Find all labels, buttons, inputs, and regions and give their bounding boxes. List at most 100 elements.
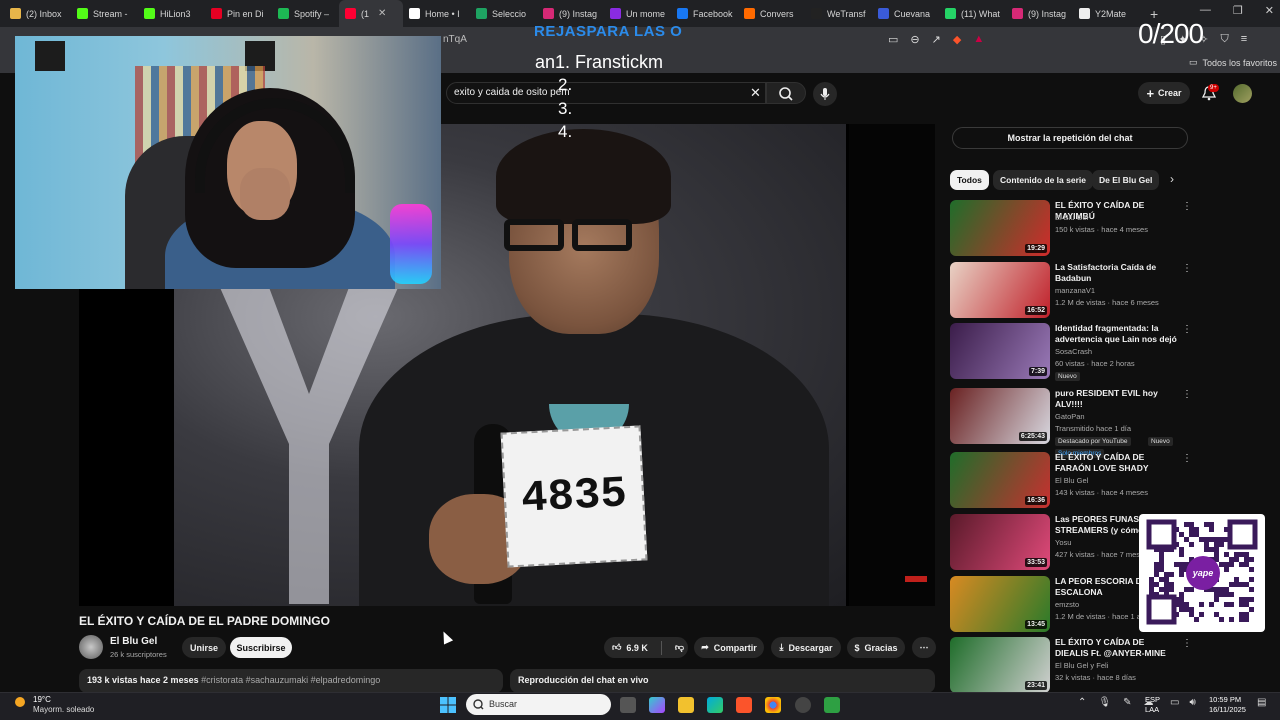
recommendation-title[interactable]: EL ÉXITO Y CAÍDA DE FARAÓN LOVE SHADY — [1055, 452, 1180, 474]
maximize-icon[interactable]: ❐ — [1233, 4, 1243, 17]
more-options-icon[interactable]: ⋮ — [1182, 324, 1192, 335]
chip-series-content[interactable]: Contenido de la serie — [993, 170, 1093, 190]
recommendation-item[interactable]: 19:29 EL ÉXITO Y CAÍDA DE MAYIMBÚ ⋮ El Blu … — [950, 200, 1192, 256]
recommendation-channel[interactable]: GatoPan — [1055, 412, 1085, 421]
notification-center-icon[interactable]: ▤ — [1257, 697, 1266, 708]
video-thumbnail[interactable]: 13:45 — [950, 576, 1050, 632]
share-button[interactable]: ➦ Compartir — [694, 637, 764, 658]
recommendation-item[interactable]: 6:25:43 puro RESIDENT EVIL hoy ALV!!!! ⋮ Ga… — [950, 388, 1192, 458]
video-thumbnail[interactable]: 23:41 — [950, 637, 1050, 693]
show-chat-replay-button[interactable]: Mostrar la repetición del chat — [952, 127, 1188, 149]
minimize-icon[interactable]: — — [1200, 4, 1211, 17]
vpn-icon[interactable]: ⛉ — [1221, 33, 1229, 46]
thumbs-up-icon[interactable]: 👍︎ — [612, 642, 621, 653]
recommendation-title[interactable]: La Satisfactoria Caída de Badabun — [1055, 262, 1180, 284]
chevron-right-icon[interactable]: › — [1170, 172, 1174, 186]
hashtags[interactable]: #cristorata #sachauzumaki #elpadredoming… — [201, 675, 380, 685]
more-actions-button[interactable]: ⋯ — [912, 637, 936, 658]
recommendation-channel[interactable]: Yosu — [1055, 538, 1071, 547]
video-thumbnail[interactable]: 33:53 — [950, 514, 1050, 570]
chat-replay-header[interactable]: Reproducción del chat en vivo — [510, 669, 935, 693]
weather-sun-icon[interactable] — [12, 695, 28, 709]
browser-tab[interactable]: Convers — [738, 0, 805, 27]
channel-name[interactable]: El Blu Gel — [110, 636, 157, 647]
browser-tab[interactable]: Spotify – — [272, 0, 339, 27]
browser-tab[interactable]: Cuevana — [872, 0, 939, 27]
video-thumbnail[interactable]: 16:52 — [950, 262, 1050, 318]
chevron-up-icon[interactable]: ⌃ — [1078, 697, 1086, 708]
browser-tab[interactable]: (1 ✕ — [339, 0, 403, 27]
app-icon[interactable] — [824, 697, 840, 713]
create-button[interactable]: + Crear — [1138, 82, 1190, 104]
more-options-icon[interactable]: ⋮ — [1182, 638, 1192, 649]
recommendation-title[interactable]: puro RESIDENT EVIL hoy ALV!!!! — [1055, 388, 1180, 410]
browser-tab[interactable]: (9) Instag — [1006, 0, 1073, 27]
clock-date[interactable]: 16/11/2025 — [1209, 705, 1246, 714]
browser-tab[interactable]: Stream - — [71, 0, 138, 27]
menu-icon[interactable]: ≡ — [1241, 33, 1247, 46]
more-options-icon[interactable]: ⋮ — [1182, 453, 1192, 464]
share-icon[interactable]: ↗ — [932, 33, 941, 46]
quick-settings[interactable]: ▭ 🔊︎ — [1170, 697, 1196, 708]
search-query[interactable]: exito y caida de osito pem — [454, 87, 570, 98]
chrome-icon[interactable] — [765, 697, 781, 713]
like-dislike-group[interactable]: 👍︎ 6.9 K 👎︎ — [604, 637, 688, 658]
taskbar-search-input[interactable] — [466, 694, 611, 715]
microphone-tray-icon[interactable]: 🎙︎ — [1098, 697, 1111, 708]
voice-search-button[interactable] — [813, 82, 837, 106]
download-button[interactable]: ⤓ Descargar — [771, 637, 841, 658]
temperature[interactable]: 19°C — [33, 695, 51, 704]
url-text[interactable]: nTqA — [443, 34, 467, 45]
browser-tab[interactable]: Seleccio — [470, 0, 537, 27]
recommendation-title[interactable]: EL ÉXITO Y CAÍDA DE DIEALIS Ft. @ANYER-M… — [1055, 637, 1180, 659]
zoom-icon[interactable]: ⊖ — [910, 33, 919, 46]
close-tab-icon[interactable]: ✕ — [378, 8, 386, 19]
description-box[interactable]: 193 k vistas hace 2 meses #cristorata #s… — [79, 669, 503, 693]
more-options-icon[interactable]: ⋮ — [1182, 201, 1192, 212]
recommendation-channel[interactable]: El Blu Gel y Feli — [1055, 661, 1108, 670]
clock-time[interactable]: 10:59 PM — [1209, 695, 1241, 704]
browser-tab[interactable]: (2) Inbox — [4, 0, 71, 27]
browser-tab[interactable]: WeTransf — [805, 0, 872, 27]
browser-tab[interactable]: Pin en Di — [205, 0, 272, 27]
recommendation-item[interactable]: 23:41 EL ÉXITO Y CAÍDA DE DIEALIS Ft. @AN… — [950, 637, 1192, 693]
file-explorer-icon[interactable] — [678, 697, 694, 713]
clear-search-icon[interactable]: ✕ — [750, 85, 761, 101]
search-button[interactable] — [766, 82, 806, 104]
brave-shield-icon[interactable]: ◆ — [953, 33, 961, 46]
pen-icon[interactable]: ✎ — [1123, 697, 1131, 708]
task-view-icon[interactable] — [620, 697, 636, 713]
chip-from-channel[interactable]: De El Blu Gel — [1092, 170, 1160, 190]
cast-icon[interactable]: ▭ — [888, 33, 898, 46]
all-bookmarks[interactable]: ▭ Todos los favoritos — [1189, 57, 1277, 68]
thanks-button[interactable]: $ Gracias — [847, 637, 905, 658]
recommendation-title[interactable]: Identidad fragmentada: la advertencia qu… — [1055, 323, 1180, 345]
browser-tab[interactable]: HiLion3 — [138, 0, 205, 27]
keyboard-language[interactable]: ESP — [1145, 695, 1160, 704]
brave-icon[interactable] — [736, 697, 752, 713]
windows-start-icon[interactable] — [440, 697, 456, 713]
keyboard-layout[interactable]: LAA — [1145, 705, 1159, 714]
browser-tab[interactable]: (11) What — [939, 0, 1006, 27]
video-thumbnail[interactable]: 7:39 — [950, 323, 1050, 379]
copilot-icon[interactable] — [649, 697, 665, 713]
recommendation-channel[interactable]: El Blu Gel — [1055, 476, 1088, 485]
subscribe-button[interactable]: Suscribirse — [230, 637, 292, 658]
recommendation-channel[interactable]: emzsto — [1055, 600, 1079, 609]
more-options-icon[interactable]: ⋮ — [1182, 263, 1192, 274]
more-options-icon[interactable]: ⋮ — [1182, 389, 1192, 400]
join-button[interactable]: Unirse — [182, 637, 226, 658]
recommendation-item[interactable]: 7:39 Identidad fragmentada: la advertenci… — [950, 323, 1192, 381]
recommendation-item[interactable]: 16:52 La Satisfactoria Caída de Badabun ⋮ m… — [950, 262, 1192, 318]
obs-icon[interactable] — [795, 697, 811, 713]
browser-tab[interactable]: Home • I — [403, 0, 470, 27]
recommendation-channel[interactable]: SosaCrash — [1055, 347, 1092, 356]
brave-rewards-icon[interactable]: ▲ — [973, 33, 984, 46]
channel-avatar[interactable] — [79, 635, 103, 659]
recommendation-channel[interactable]: El Blu Gel — [1055, 213, 1088, 222]
weather-description[interactable]: Mayorm. soleado — [33, 705, 94, 714]
video-thumbnail[interactable]: 6:25:43 — [950, 388, 1050, 444]
user-avatar[interactable] — [1233, 84, 1252, 103]
chip-all[interactable]: Todos — [950, 170, 989, 190]
close-window-icon[interactable]: ✕ — [1265, 4, 1274, 17]
